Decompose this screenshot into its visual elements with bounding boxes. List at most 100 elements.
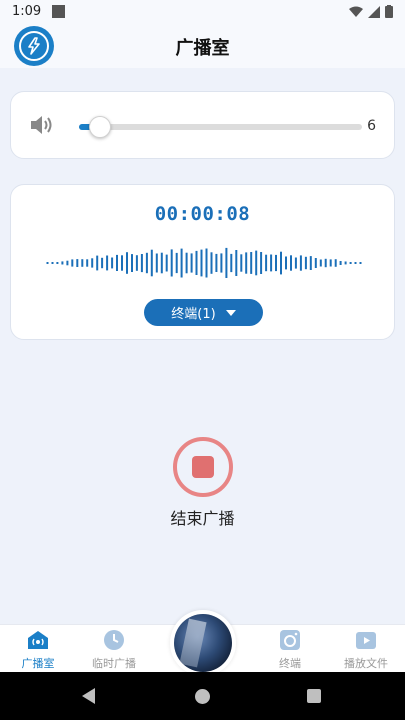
waveform-bar (255, 250, 258, 276)
waveform-bar (135, 255, 138, 271)
waveform-bar (76, 259, 79, 267)
waveform-bar (200, 249, 203, 277)
waveform-bar (260, 252, 263, 274)
waveform-bar (225, 247, 228, 278)
waveform-bar (359, 262, 362, 264)
waveform-bar (344, 261, 347, 265)
waveform-bar (116, 254, 118, 271)
waveform-bar (150, 249, 153, 277)
waveform-bar (170, 249, 173, 277)
waveform-bar (160, 252, 163, 274)
volume-value: 6 (367, 118, 376, 134)
waveform-bar (51, 262, 54, 264)
waveform-bar (140, 254, 143, 273)
notification-icon (52, 5, 65, 18)
tab-label: 播放文件 (344, 657, 388, 670)
waveform-bar (175, 252, 178, 274)
tab-label: 广播室 (21, 657, 55, 670)
waveform-bar (91, 258, 94, 268)
waveform-bar (294, 257, 297, 269)
waveform-bar (81, 259, 84, 267)
waveform-bar (180, 248, 183, 278)
waveform-bar (46, 262, 49, 264)
tab-temporary-broadcast[interactable]: 临时广播 (79, 625, 149, 673)
tab-label: 终端 (279, 657, 301, 670)
waveform-bar (71, 259, 74, 267)
back-icon[interactable] (82, 688, 95, 704)
waveform-bar (121, 255, 123, 271)
waveform-bar (290, 255, 292, 271)
status-bar: 1:09 (0, 0, 405, 24)
waveform-bar (230, 253, 233, 273)
tab-broadcast-room[interactable]: 广播室 (3, 625, 73, 673)
chevron-down-icon (225, 309, 236, 316)
volume-slider[interactable] (79, 116, 362, 138)
system-nav-bar (0, 672, 405, 720)
waveform-bar (101, 257, 104, 269)
waveform-bar (96, 255, 99, 271)
waveform-bar (155, 253, 158, 273)
waveform-bar (126, 252, 128, 274)
volume-card: 6 (10, 91, 395, 159)
waveform-bar (304, 256, 307, 270)
center-album-button[interactable] (170, 610, 236, 676)
terminal-icon (279, 629, 301, 651)
waveform-bar (165, 254, 168, 272)
stop-broadcast-label: 结束广播 (170, 509, 235, 528)
volume-slider-thumb[interactable] (89, 116, 112, 138)
waveform-bar (319, 259, 322, 267)
waveform-bar (334, 259, 337, 267)
terminal-selector[interactable]: 终端(1) (144, 299, 263, 326)
tab-play-file[interactable]: 播放文件 (331, 625, 401, 673)
broadcast-timer: 00:00:08 (154, 203, 251, 225)
waveform-bar (235, 250, 238, 276)
waveform-bar (285, 256, 287, 270)
broadcast-card: 00:00:08 终端(1) (10, 184, 395, 340)
waveform-bar (324, 258, 327, 268)
wifi-icon (349, 6, 363, 17)
stop-broadcast-button[interactable] (173, 437, 233, 497)
clock-icon (103, 629, 125, 651)
broadcast-icon (27, 629, 49, 651)
album-cover (174, 614, 232, 672)
waveform-bar (111, 257, 114, 269)
waveform-bar (66, 260, 69, 266)
waveform-bar (56, 262, 59, 264)
app-header: 广播室 (0, 24, 405, 68)
status-icons (349, 5, 393, 18)
waveform-bar (86, 259, 89, 267)
waveform-bar (339, 261, 342, 265)
waveform-bar (275, 254, 277, 272)
waveform-bar (245, 252, 248, 274)
waveform-bar (240, 254, 243, 272)
waveform-bar (215, 253, 218, 272)
waveform-bar (314, 258, 317, 268)
home-icon[interactable] (195, 689, 210, 704)
waveform-bar (145, 252, 148, 274)
waveform-bar (131, 254, 133, 272)
waveform-bar (210, 252, 213, 274)
audio-waveform (46, 247, 362, 278)
waveform-bar (280, 251, 282, 275)
waveform-bar (106, 255, 109, 271)
waveform-bar (349, 262, 352, 264)
stop-icon (192, 456, 214, 478)
recents-icon[interactable] (307, 689, 321, 703)
battery-icon (385, 5, 393, 18)
speaker-icon[interactable] (29, 114, 55, 136)
waveform-bar (265, 254, 268, 272)
signal-icon (368, 5, 380, 18)
tab-terminal[interactable]: 终端 (255, 625, 325, 673)
waveform-bar (299, 255, 302, 271)
play-file-icon (355, 629, 377, 651)
waveform-bar (309, 256, 312, 270)
status-time: 1:09 (12, 4, 42, 19)
terminal-selector-label: 终端(1) (171, 307, 216, 322)
waveform-bar (270, 254, 273, 272)
page-title: 广播室 (175, 38, 230, 59)
waveform-bar (185, 252, 188, 274)
waveform-bar (205, 248, 208, 278)
tab-label: 临时广播 (92, 657, 136, 670)
waveform-bar (195, 250, 198, 275)
waveform-bar (329, 259, 332, 267)
